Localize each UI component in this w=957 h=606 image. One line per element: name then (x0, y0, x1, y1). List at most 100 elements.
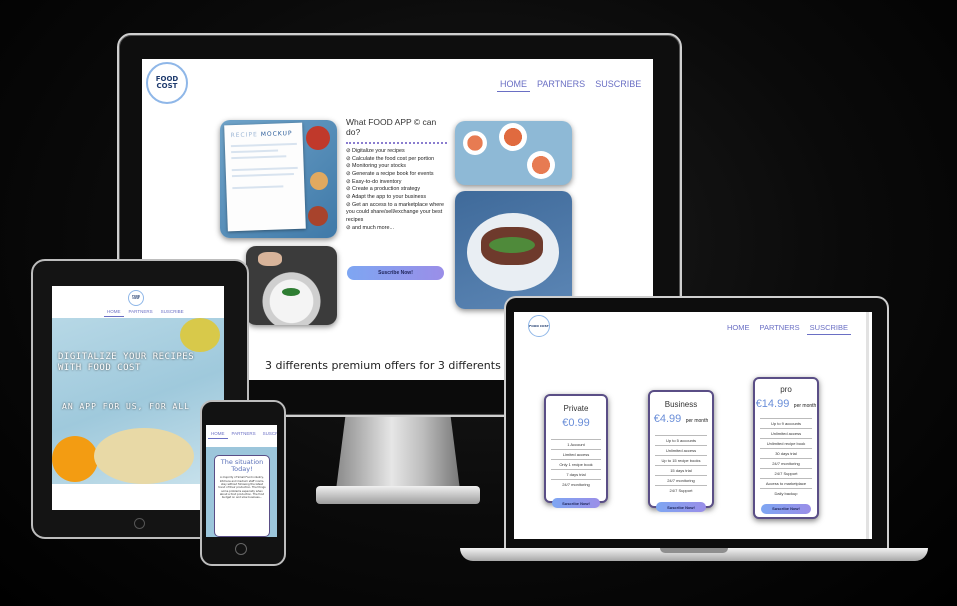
chef-plating-image (246, 246, 337, 325)
soup-bowl-shape (499, 123, 527, 151)
subscribe-now-button[interactable]: Suscribe Now! (347, 266, 444, 280)
tablet-hero-title: DIGITALIZE YOUR RECIPES WITH FOOD COST (58, 352, 195, 373)
nav-home[interactable]: HOME (104, 309, 124, 317)
chili-bowl-shape (308, 206, 328, 226)
laptop-logo-text: FOOD COST (529, 323, 549, 328)
plan-period: per month (685, 418, 709, 424)
nav-home[interactable]: HOME (497, 79, 530, 92)
logo-text: FOOD COST (155, 75, 179, 90)
laptop-notch (660, 548, 728, 553)
plan-feature: 1 Account (551, 439, 601, 449)
hand-shape (258, 252, 282, 266)
plan-feature: 24/7 Support (655, 485, 707, 495)
notepad: RECIPE MOCKUP (224, 122, 306, 232)
laptop-nav: HOME PARTNERS SUSCRIBE (724, 323, 851, 335)
lime-shape (180, 318, 220, 352)
nav-subscribe[interactable]: SUSCRIBE (592, 79, 644, 92)
soup-bowl-shape (527, 151, 555, 179)
plan-name: Private (563, 404, 589, 413)
plan-feature: Up to 9 accounts (760, 417, 812, 428)
feature-list: ⊘ Digitalize your recipes ⊘ Calculate th… (346, 148, 452, 232)
plan-feature: 15 days trial (655, 465, 707, 475)
phone-screen: HOME PARTNERS SUSCRIBE The situation Tod… (206, 425, 277, 537)
tablet-nav: HOME PARTNERS SUSCRIBE (104, 309, 187, 317)
main-nav: HOME PARTNERS SUSCRIBE (497, 79, 644, 92)
plan-name: Business (664, 400, 698, 409)
plan-feature: Daily backup (760, 487, 812, 498)
tablet-logo-text: FOOD COST (132, 294, 140, 300)
imac-stand-neck (336, 412, 460, 490)
tablet-logo[interactable]: FOOD COST (128, 290, 144, 306)
recipe-mockup-image: RECIPE MOCKUP (220, 120, 337, 238)
plan-card-business: Business €4.99 per month Up to 5 account… (648, 390, 714, 512)
imac-stand-foot (316, 486, 480, 504)
laptop-logo[interactable]: FOOD COST (528, 315, 550, 337)
plan-subscribe-button[interactable]: Suscribe Now! (761, 503, 811, 514)
plan-subscribe-button[interactable]: Suscribe Now! (552, 498, 600, 508)
phone-home-button (235, 543, 247, 555)
nav-subscribe[interactable]: SUSCRIBE (806, 323, 851, 335)
plan-feature: Unlimited access (760, 427, 812, 438)
tablet-hero-subtitle: AN APP FOR US, FOR ALL (62, 402, 190, 411)
garnish-shape (282, 288, 300, 296)
situation-text: A majority of Small Food industry, kitch… (218, 476, 266, 500)
plan-feature: Up to 15 recipe books (655, 455, 707, 465)
features-heading: What FOOD APP © can do? (346, 117, 437, 137)
nav-partners[interactable]: PARTNERS (534, 79, 588, 92)
feature-item: ⊘ Generate a recipe book for events (346, 171, 434, 178)
feature-item: ⊘ Adapt the app to your business (346, 194, 427, 201)
plan-card-private: Private €0.99 1 Account Limited access O… (544, 394, 608, 508)
feature-item: ⊘ Get an access to a marketplace where y… (346, 201, 445, 224)
tablet-screen: FOOD COST HOME PARTNERS SUSCRIBE DIGITAL… (52, 286, 224, 510)
plan-feature: 30 days trial (760, 447, 812, 458)
scrollbar[interactable] (866, 312, 869, 539)
nav-subscribe[interactable]: SUSCRIBE (158, 309, 187, 317)
plan-feature: Limited access (551, 449, 601, 459)
plan-name: pro (780, 385, 792, 394)
phone-nav: HOME PARTNERS SUSCRIBE (208, 431, 277, 439)
plan-feature: Unlimited access (655, 445, 707, 455)
plan-feature: Up to 5 accounts (655, 435, 707, 445)
plan-feature: 24/7 Support (760, 467, 812, 478)
offers-text: 3 differents premium offers for 3 differ… (265, 359, 528, 372)
nav-partners[interactable]: PARTNERS (229, 431, 259, 439)
plan-feature: Only 1 recipe book (551, 459, 601, 469)
plan-feature: 24/7 monitoring (760, 457, 812, 468)
steak-salad-image (455, 191, 572, 309)
feature-item: ⊘ Calculate the food cost per portion (346, 155, 435, 162)
nav-partners[interactable]: PARTNERS (757, 323, 803, 335)
nav-home[interactable]: HOME (724, 323, 753, 335)
soup-bowls-image (455, 121, 572, 185)
nav-home[interactable]: HOME (208, 431, 228, 439)
heading-divider (346, 142, 447, 144)
plan-price: €4.99 (653, 413, 682, 425)
orange-shape (52, 436, 98, 482)
plan-feature: 24/7 monitoring (655, 475, 707, 485)
plan-period: per month (793, 403, 817, 409)
feature-item: ⊘ Monitoring your stocks (346, 163, 406, 170)
plan-price: €0.99 (562, 417, 590, 429)
logo[interactable]: FOOD COST (146, 62, 188, 104)
spice-bowl-shape (310, 172, 328, 190)
soup-bowl-shape (463, 131, 487, 155)
feature-item: ⊘ Easy-to-do inventory (346, 178, 402, 185)
salad-shape (489, 237, 535, 253)
situation-card: The situation Today! A majority of Small… (214, 455, 270, 537)
mockup-title-right: MOCKUP (260, 130, 293, 139)
plan-feature: Access to marketplace (760, 477, 812, 488)
tablet-home-button (134, 518, 145, 529)
plan-subscribe-button[interactable]: Suscribe Now! (656, 502, 706, 512)
plan-feature: 24/7 monitoring (551, 479, 601, 489)
plan-feature: Unlimited recipe book (760, 437, 812, 448)
plan-price: €14.99 (755, 398, 790, 410)
tablet-hero-image: DIGITALIZE YOUR RECIPES WITH FOOD COST A… (52, 318, 224, 484)
mockup-title-left: RECIPE (230, 131, 258, 140)
nav-partners[interactable]: PARTNERS (126, 309, 156, 317)
laptop-screen: FOOD COST HOME PARTNERS SUSCRIBE Private… (514, 312, 872, 539)
plan-card-pro: pro €14.99 per month Up to 9 accounts Un… (753, 377, 819, 519)
feature-item: ⊘ Create a production strategy (346, 186, 421, 193)
nav-subscribe[interactable]: SUSCRIBE (260, 431, 277, 439)
feature-item: ⊘ Digitalize your recipes (346, 148, 405, 154)
tomato-shape (306, 126, 330, 150)
melon-shape (94, 428, 194, 484)
